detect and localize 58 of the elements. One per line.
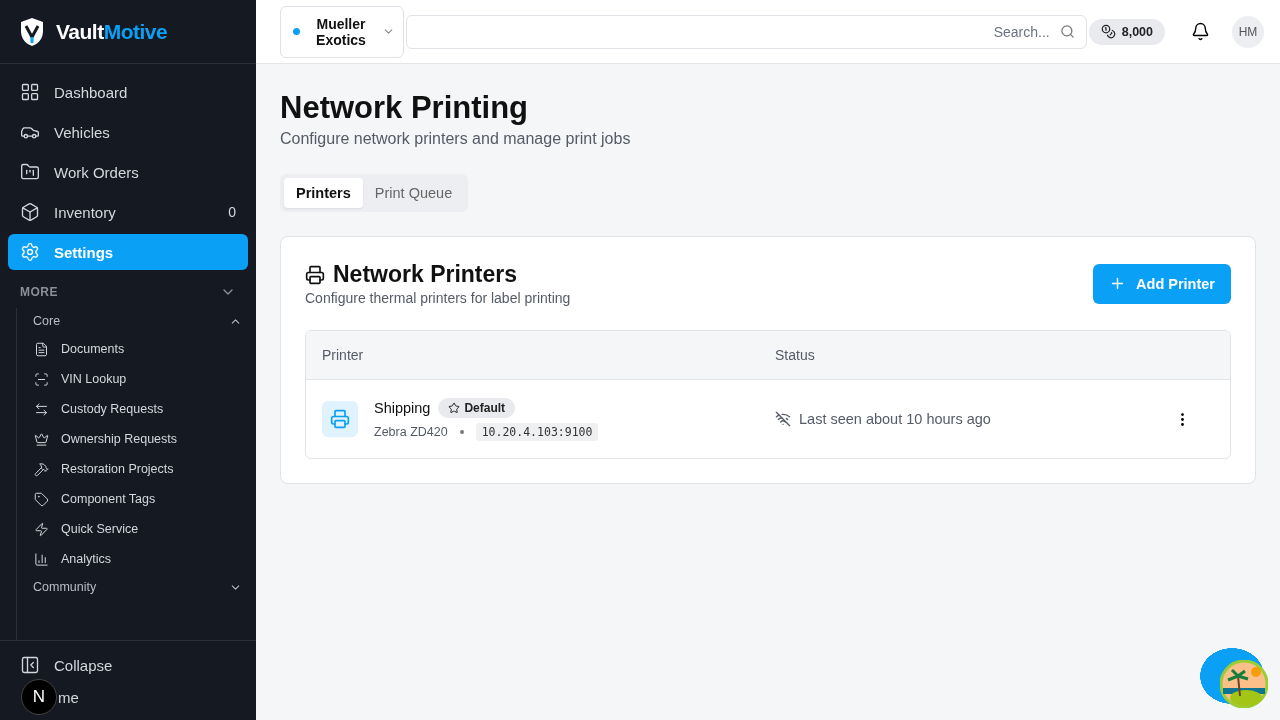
item-count: 0 [228,204,236,220]
bar-chart-icon [34,551,49,567]
brand-name: VaultMotive [56,19,168,44]
printer-name: Shipping [374,399,431,416]
arrows-icon [34,401,49,417]
theme-button[interactable]: me [58,689,79,706]
sidebar-item[interactable]: Dashboard [8,74,248,110]
card-title: Network Printers [333,261,518,288]
island-avatar-icon [1220,660,1268,708]
sidebar-item[interactable]: Inventory 0 [8,194,248,230]
tag-icon [34,491,49,507]
zap-icon [34,521,49,537]
card-subtitle: Configure thermal printers for label printing [305,290,571,306]
coins-icon [1100,24,1116,39]
sidebar-subitem[interactable]: Ownership Requests [17,424,256,454]
default-badge: Default [438,397,516,418]
sidebar-subitem[interactable]: Analytics [17,544,256,574]
hammer-icon [34,461,49,477]
sidebar-subitem[interactable]: VIN Lookup [17,364,256,394]
user-avatar[interactable]: HM [1232,15,1264,48]
printer-status: Last seen about 10 hours ago [799,411,991,427]
page-subtitle: Configure network printers and manage print jobs [280,130,632,148]
group-header[interactable]: Community [17,574,256,600]
status-dot-icon [293,28,300,35]
tab[interactable]: Printers [284,178,363,208]
crown-icon [34,431,49,447]
group-header[interactable]: Core [17,308,256,334]
column-header: Printer [322,347,365,363]
search-field[interactable]: Search... [406,14,1087,49]
dev-badge[interactable]: N [21,679,57,715]
shield-logo-icon [20,16,44,47]
column-header: Status [775,347,816,363]
credits-badge: 8,000 [1088,18,1165,45]
sidebar-item[interactable]: Work Orders [8,154,248,190]
sidebar-subitem[interactable]: Component Tags [17,484,256,514]
collapse-button[interactable]: Collapse [20,655,236,675]
search-icon [1059,23,1075,39]
organization-selector[interactable]: Mueller Exotics [280,5,404,58]
document-icon [34,341,49,357]
sidebar-subitem[interactable]: Restoration Projects [17,454,256,484]
more-section-header[interactable]: MORE [0,270,256,308]
sidebar-subitem[interactable]: Quick Service [17,514,256,544]
panel-icon [20,655,40,675]
sidebar-subitem[interactable]: Custody Requests [17,394,256,424]
printer-model: Zebra ZD420 [374,424,448,439]
scan-icon [34,371,49,387]
box-icon [20,202,40,222]
sidebar-subitem[interactable]: Documents [17,334,256,364]
settings-icon [20,242,40,262]
grid-icon [20,82,40,102]
tab[interactable]: Print Queue [362,178,465,208]
printer-icon [322,401,358,437]
page-title: Network Printing [280,90,529,126]
notification-icon[interactable] [1191,22,1210,41]
ip-address: 10.20.4.103:9100 [475,422,599,441]
sidebar-item[interactable]: Vehicles [8,114,248,150]
folder-icon [20,162,40,182]
printer-icon [305,264,325,285]
